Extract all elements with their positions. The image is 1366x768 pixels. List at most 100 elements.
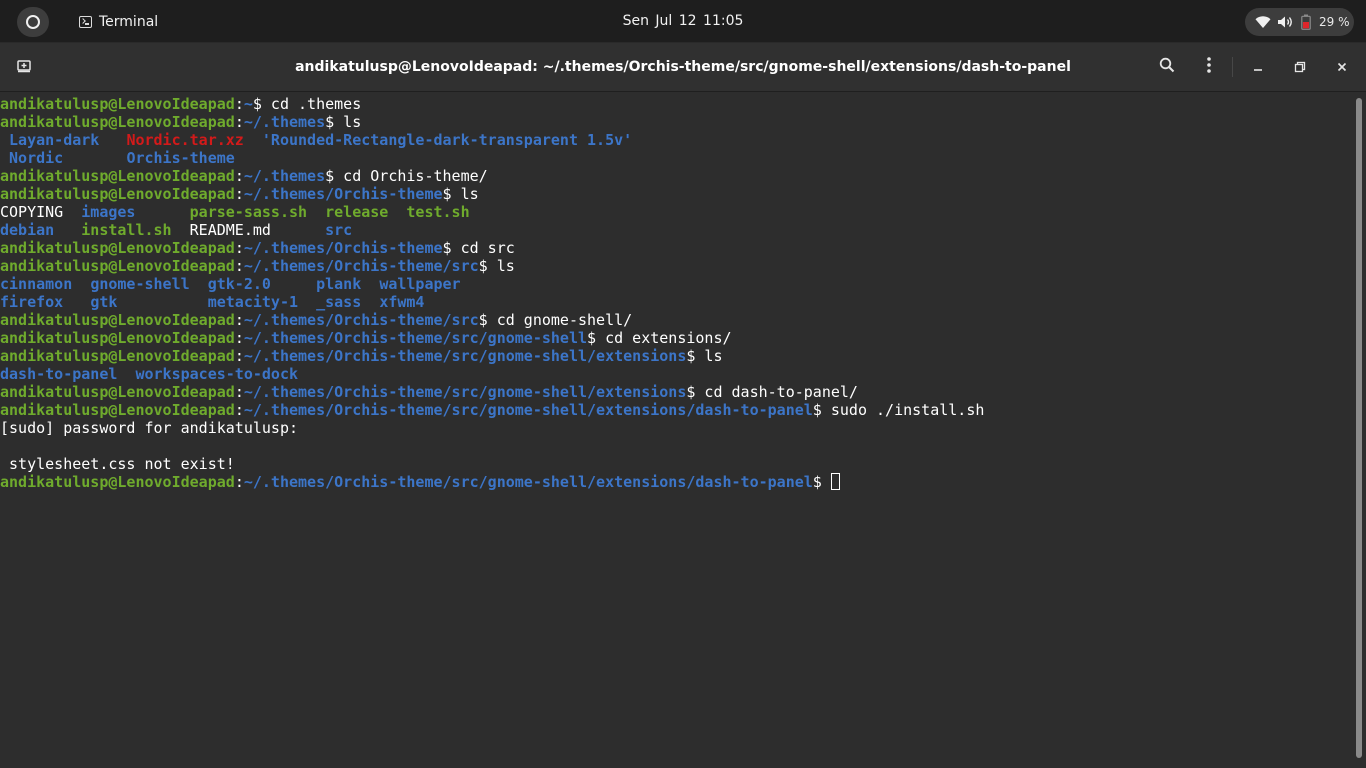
close-button[interactable] bbox=[1328, 53, 1356, 81]
terminal-line: cinnamon gnome-shell gtk-2.0 plank wallp… bbox=[0, 275, 1352, 293]
terminal-line: dash-to-panel workspaces-to-dock bbox=[0, 365, 1352, 383]
terminal-scrollbar[interactable] bbox=[1352, 92, 1366, 768]
close-icon bbox=[1336, 58, 1348, 77]
listing-entry: _sass bbox=[316, 293, 362, 311]
prompt-user: andikatulusp@LenovoIdeapad bbox=[0, 95, 235, 113]
battery-percentage: 29 % bbox=[1319, 15, 1350, 29]
new-tab-icon bbox=[17, 58, 31, 77]
terminal-text: README.md bbox=[171, 221, 326, 239]
search-button[interactable] bbox=[1153, 53, 1181, 81]
search-icon bbox=[1159, 57, 1175, 77]
wifi-icon bbox=[1255, 15, 1271, 29]
minimize-button[interactable] bbox=[1244, 53, 1272, 81]
prompt-user: andikatulusp@LenovoIdeapad bbox=[0, 167, 235, 185]
system-status-menu[interactable]: 29 % bbox=[1245, 8, 1354, 36]
terminal-text: : bbox=[234, 401, 244, 419]
terminal-line: andikatulusp@LenovoIdeapad:~/.themes$ ls bbox=[0, 113, 1352, 131]
prompt-user: andikatulusp@LenovoIdeapad bbox=[0, 257, 235, 275]
prompt-user: andikatulusp@LenovoIdeapad bbox=[0, 329, 235, 347]
prompt-user: andikatulusp@LenovoIdeapad bbox=[0, 239, 235, 257]
terminal-text: $ ls bbox=[442, 185, 479, 203]
prompt-user: andikatulusp@LenovoIdeapad bbox=[0, 311, 235, 329]
terminal-line: andikatulusp@LenovoIdeapad:~/.themes$ cd… bbox=[0, 167, 1352, 185]
terminal-line: Nordic Orchis-theme bbox=[0, 149, 1352, 167]
terminal-line: firefox gtk metacity-1 _sass xfwm4 bbox=[0, 293, 1352, 311]
listing-entry: Orchis-theme bbox=[126, 149, 235, 167]
terminal-line: andikatulusp@LenovoIdeapad:~/.themes/Orc… bbox=[0, 473, 1352, 491]
clock[interactable]: Sen Jul 12 11:05 bbox=[623, 13, 744, 29]
prompt-path: ~/.themes bbox=[243, 113, 326, 131]
terminal-headerbar: andikatulusp@LenovoIdeapad: ~/.themes/Or… bbox=[0, 43, 1366, 92]
new-tab-button[interactable] bbox=[10, 53, 38, 81]
terminal-text: $ sudo ./install.sh bbox=[812, 401, 985, 419]
listing-entry: Layan-dark bbox=[9, 131, 100, 149]
terminal-text: : bbox=[234, 167, 244, 185]
terminal-line: andikatulusp@LenovoIdeapad:~/.themes/Orc… bbox=[0, 239, 1352, 257]
volume-icon bbox=[1277, 15, 1295, 29]
terminal-text: : bbox=[234, 95, 244, 113]
terminal-line: debian install.sh README.md src bbox=[0, 221, 1352, 239]
terminal-text: COPYING bbox=[0, 203, 82, 221]
listing-entry: cinnamon bbox=[0, 275, 73, 293]
activities-button[interactable] bbox=[17, 7, 49, 37]
listing-entry: Nordic.tar.xz bbox=[126, 131, 244, 149]
terminal-output[interactable]: andikatulusp@LenovoIdeapad:~$ cd .themes… bbox=[0, 92, 1352, 768]
terminal-text: $ cd gnome-shell/ bbox=[478, 311, 633, 329]
listing-entry: parse-sass.sh bbox=[189, 203, 308, 221]
listing-entry: gnome-shell bbox=[90, 275, 190, 293]
prompt-path: ~ bbox=[243, 95, 253, 113]
terminal-text: : bbox=[234, 239, 244, 257]
terminal-cursor bbox=[830, 473, 840, 490]
terminal-line: COPYING images parse-sass.sh release tes… bbox=[0, 203, 1352, 221]
terminal-text: : bbox=[234, 347, 244, 365]
listing-entry: src bbox=[325, 221, 353, 239]
terminal-line: andikatulusp@LenovoIdeapad:~/.themes/Orc… bbox=[0, 329, 1352, 347]
terminal-line: stylesheet.css not exist! bbox=[0, 455, 1352, 473]
prompt-path: ~/.themes/Orchis-theme/src bbox=[243, 311, 479, 329]
terminal-line: andikatulusp@LenovoIdeapad:~/.themes/Orc… bbox=[0, 401, 1352, 419]
terminal-line: andikatulusp@LenovoIdeapad:~$ cd .themes bbox=[0, 95, 1352, 113]
terminal-icon bbox=[79, 16, 92, 28]
maximize-button[interactable] bbox=[1286, 53, 1314, 81]
terminal-line: andikatulusp@LenovoIdeapad:~/.themes/Orc… bbox=[0, 383, 1352, 401]
terminal-text: $ bbox=[812, 473, 831, 491]
terminal-text: : bbox=[234, 473, 244, 491]
maximize-icon bbox=[1294, 58, 1306, 77]
terminal-text: $ cd dash-to-panel/ bbox=[686, 383, 858, 401]
listing-entry: debian bbox=[0, 221, 55, 239]
listing-entry: install.sh bbox=[81, 221, 172, 239]
minimize-icon bbox=[1252, 58, 1264, 77]
terminal-text: $ ls bbox=[686, 347, 723, 365]
terminal-text: : bbox=[234, 311, 244, 329]
prompt-path: ~/.themes/Orchis-theme/src bbox=[243, 257, 479, 275]
prompt-path: ~/.themes/Orchis-theme/src/gnome-shell bbox=[243, 329, 588, 347]
app-menu-label: Terminal bbox=[99, 14, 159, 30]
terminal-text: : bbox=[234, 113, 244, 131]
prompt-path: ~/.themes/Orchis-theme/src/gnome-shell/e… bbox=[243, 473, 813, 491]
listing-entry: images bbox=[81, 203, 136, 221]
prompt-user: andikatulusp@LenovoIdeapad bbox=[0, 113, 235, 131]
listing-entry: gtk-2.0 bbox=[207, 275, 271, 293]
listing-entry: dash-to-panel bbox=[0, 365, 118, 383]
app-menu-terminal[interactable]: Terminal bbox=[79, 12, 158, 32]
listing-entry: plank bbox=[316, 275, 362, 293]
scrollbar-thumb[interactable] bbox=[1356, 98, 1362, 758]
terminal-line: andikatulusp@LenovoIdeapad:~/.themes/Orc… bbox=[0, 257, 1352, 275]
listing-entry: workspaces-to-dock bbox=[135, 365, 299, 383]
terminal-text: [sudo] password for andikatulusp: bbox=[0, 419, 308, 437]
prompt-user: andikatulusp@LenovoIdeapad bbox=[0, 185, 235, 203]
menu-button[interactable] bbox=[1195, 53, 1223, 81]
terminal-text: : bbox=[234, 257, 244, 275]
